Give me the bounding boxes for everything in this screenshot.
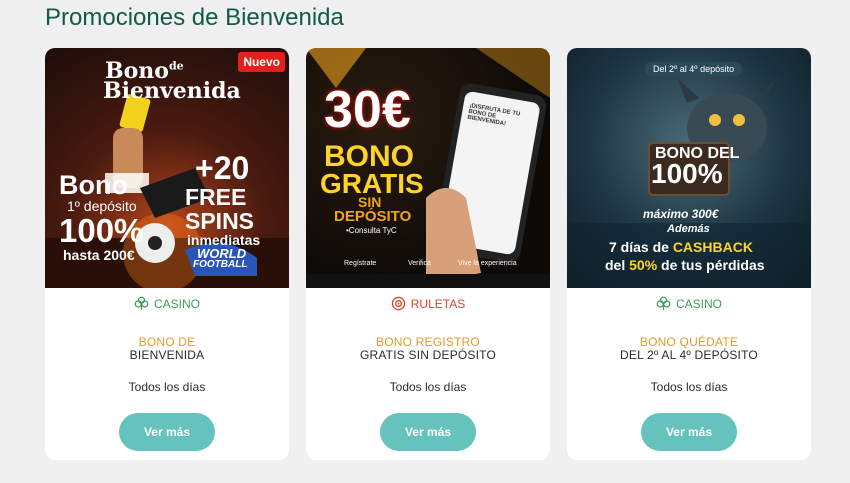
promo-banner-bono-quedate[interactable]: Del 2º al 4º depósito BONO DEL 100% máxi…	[567, 48, 811, 288]
banner-game-football: FOOTBALL	[193, 259, 248, 270]
bono-name-line1: BONO REGISTRO	[376, 335, 480, 349]
banner-title-line2: Bienvenida	[103, 78, 241, 104]
banner-amount: 30€	[324, 81, 411, 139]
category-casino: CASINO	[45, 296, 289, 311]
promo-card-bono-registro[interactable]: 30€ BONO GRATIS SIN DEPÓSITO •Consulta T…	[306, 48, 550, 460]
banner-maximo: máximo 300€	[643, 207, 719, 221]
clover-icon	[656, 296, 671, 311]
new-badge: Nuevo	[238, 52, 285, 72]
banner-deposito: DEPÓSITO	[334, 208, 412, 225]
banner-consulta: •Consulta TyC	[346, 226, 397, 235]
banner-percent: 100%	[651, 158, 723, 189]
banner-spins: SPINS	[185, 208, 255, 234]
bono-frequency: Todos los días	[128, 380, 206, 394]
banner-step1: Regístrate	[344, 260, 377, 267]
ver-mas-button[interactable]: Ver más	[119, 413, 215, 451]
bono-frequency: Todos los días	[650, 380, 728, 394]
ver-mas-button[interactable]: Ver más	[641, 413, 737, 451]
promo-banner-bono-registro[interactable]: 30€ BONO GRATIS SIN DEPÓSITO •Consulta T…	[306, 48, 550, 288]
bono-name-line2: BIENVENIDA	[129, 348, 205, 362]
promo-card-bono-bienvenida[interactable]: Nuevo Bonode Bienvenida Bono 1º depósito…	[45, 48, 289, 460]
category-label: CASINO	[675, 296, 722, 311]
banner-ademas: Además	[667, 223, 710, 235]
banner-free: FREE	[185, 184, 247, 210]
category-label: RULETAS	[410, 296, 466, 311]
roulette-icon	[391, 296, 406, 311]
bono-name-line2: DEL 2º AL 4º DEPÓSITO	[620, 348, 758, 362]
section-title: Promociones de Bienvenida	[45, 4, 344, 31]
bono-name-line2: GRATIS SIN DEPÓSITO	[359, 348, 497, 362]
bono-name-line1: BONO DE	[138, 335, 196, 349]
banner-step2: Verifica	[408, 260, 431, 267]
category-casino: CASINO	[567, 296, 811, 311]
banner-hasta: hasta 200€	[63, 247, 135, 263]
banner-ribbon: Del 2º al 4º depósito	[645, 62, 743, 76]
clover-icon	[134, 296, 149, 311]
category-label: CASINO	[153, 296, 200, 311]
bono-name-line1: BONO QUÉDATE	[639, 335, 739, 349]
banner-bono: Bono	[59, 170, 128, 200]
banner-percent: 100%	[59, 212, 144, 249]
ver-mas-button[interactable]: Ver más	[380, 413, 476, 451]
banner-step3: Vive la experiencia	[458, 260, 517, 267]
bono-frequency: Todos los días	[389, 380, 467, 394]
promo-banner-bono-bienvenida[interactable]: Nuevo Bonode Bienvenida Bono 1º depósito…	[45, 48, 289, 288]
banner-perdidas-line: del 50% de tus pérdidas	[605, 257, 765, 273]
banner-plus: +20	[195, 150, 250, 186]
promo-card-bono-quedate[interactable]: Del 2º al 4º depósito BONO DEL 100% máxi…	[567, 48, 811, 460]
banner-cashback-line: 7 días de CASHBACK	[609, 239, 753, 255]
category-ruletas: RULETAS	[306, 296, 550, 311]
